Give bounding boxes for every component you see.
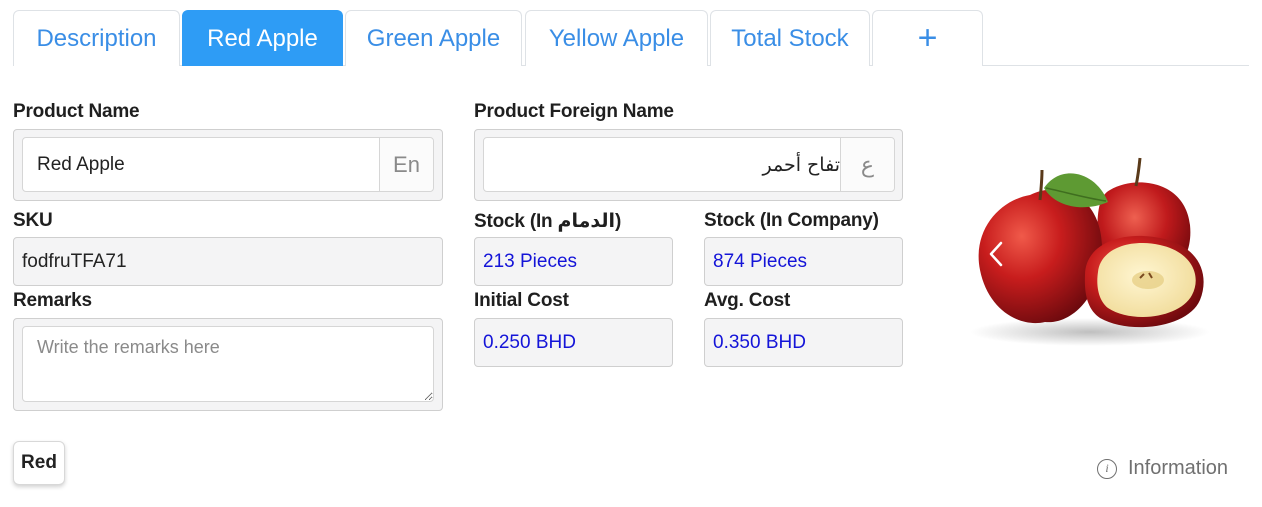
tab-description[interactable]: Description (13, 10, 180, 66)
info-icon: i (1097, 458, 1117, 479)
sku-value: fodfruTFA71 (22, 250, 127, 272)
chevron-left-icon (989, 241, 1003, 267)
stock-company-field: 874 Pieces (704, 237, 903, 286)
product-name-label: Product Name (13, 101, 140, 122)
carousel-prev-button[interactable] (982, 236, 1010, 272)
tab-green-apple[interactable]: Green Apple (345, 10, 522, 66)
add-tab-button[interactable]: + (872, 10, 983, 66)
sku-field[interactable]: fodfruTFA71 (13, 237, 443, 286)
stock-branch-field: 213 Pieces (474, 237, 673, 286)
avg-cost-field: 0.350 BHD (704, 318, 903, 367)
remarks-label: Remarks (13, 290, 92, 311)
language-ar-addon[interactable]: ع (840, 138, 894, 191)
remarks-textarea[interactable] (22, 326, 434, 402)
tab-total-stock[interactable]: Total Stock (710, 10, 870, 66)
foreign-name-input[interactable]: تفاح أحمر ع (483, 137, 895, 192)
stock-branch-value: 213 Pieces (483, 250, 578, 272)
foreign-name-value: تفاح أحمر (762, 153, 840, 176)
stock-branch-label: Stock (In الدمام) (474, 211, 622, 232)
tab-yellow-apple[interactable]: Yellow Apple (525, 10, 708, 66)
foreign-name-label: Product Foreign Name (474, 101, 674, 122)
stock-company-value: 874 Pieces (713, 250, 808, 272)
sku-label: SKU (13, 210, 53, 231)
information-label: Information (1128, 457, 1229, 479)
language-en-addon[interactable]: En (379, 138, 433, 191)
information-link[interactable]: i Information (1097, 457, 1228, 480)
initial-cost-label: Initial Cost (474, 290, 569, 311)
stock-company-label: Stock (In Company) (704, 210, 879, 231)
product-name-value: Red Apple (37, 153, 125, 175)
tab-red-apple[interactable]: Red Apple (182, 10, 343, 66)
variant-tabs: Description Red Apple Green Apple Yellow… (13, 10, 1249, 66)
initial-cost-value: 0.250 BHD (483, 331, 576, 353)
product-name-input[interactable]: Red Apple En (22, 137, 434, 192)
avg-cost-value: 0.350 BHD (713, 331, 806, 353)
foreign-name-group: تفاح أحمر ع (474, 129, 903, 201)
initial-cost-field: 0.250 BHD (474, 318, 673, 367)
avg-cost-label: Avg. Cost (704, 290, 791, 311)
product-name-group: Red Apple En (13, 129, 443, 201)
color-red-button[interactable]: Red (13, 441, 65, 485)
